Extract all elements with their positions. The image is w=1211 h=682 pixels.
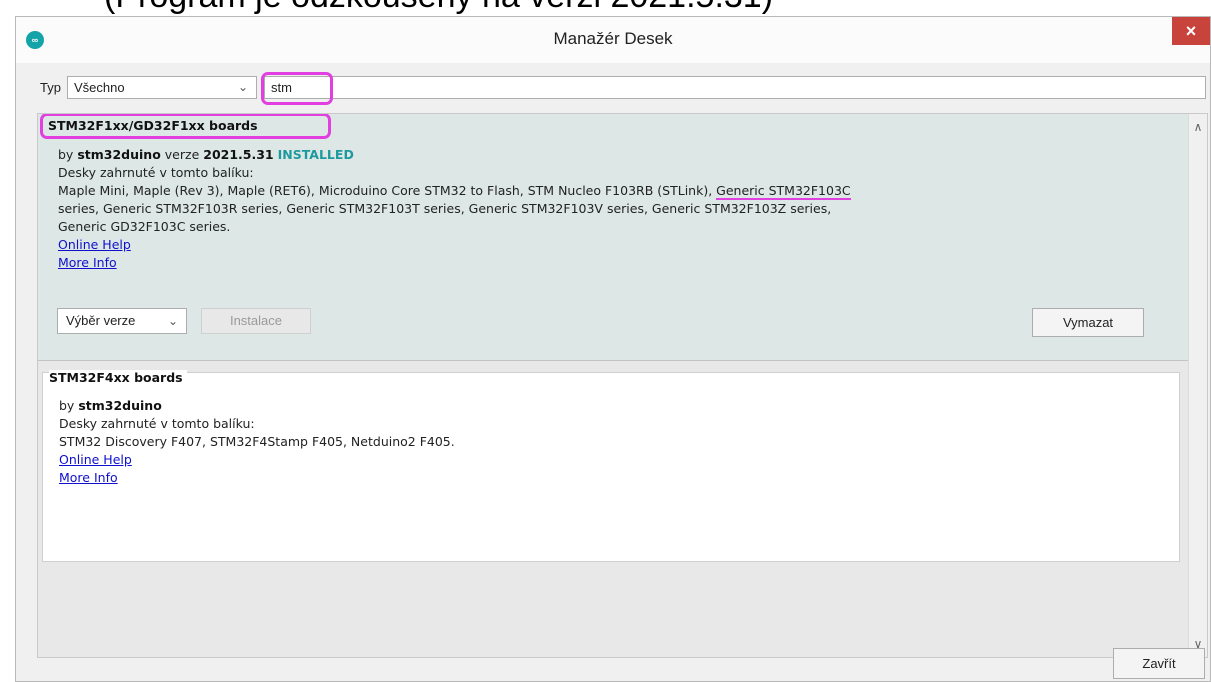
window-title: Manažér Desek: [553, 29, 673, 48]
board-card-stm32f4[interactable]: STM32F4xx boards by stm32duino Desky zah…: [42, 370, 1180, 562]
board-card-stm32f1[interactable]: STM32F1xx/GD32F1xx boards by stm32duino …: [38, 114, 1190, 361]
included-label: Desky zahrnuté v tomto balíku:: [58, 165, 254, 180]
boards-included-list: Maple Mini, Maple (Rev 3), Maple (RET6),…: [58, 182, 1183, 200]
online-help-link[interactable]: Online Help: [59, 451, 1169, 469]
type-label: Typ: [40, 80, 61, 95]
title-bar: ∞ Manažér Desek ×: [16, 17, 1210, 63]
chevron-down-icon: ⌄: [167, 314, 178, 328]
close-dialog-button[interactable]: Zavřít: [1113, 648, 1205, 679]
online-help-link[interactable]: Online Help: [58, 236, 1183, 254]
board-title: STM32F1xx/GD32F1xx boards: [48, 118, 258, 133]
boards-list[interactable]: STM32F1xx/GD32F1xx boards by stm32duino …: [37, 113, 1208, 658]
close-icon[interactable]: ×: [1172, 17, 1210, 45]
boards-list-highlight: Generic STM32F103C: [716, 183, 851, 200]
install-button[interactable]: Instalace: [201, 308, 311, 334]
board-author: stm32duino: [77, 147, 161, 162]
board-title: STM32F4xx boards: [49, 370, 187, 385]
boards-manager-window: ∞ Manažér Desek × Typ Všechno ⌄ STM32F1x…: [15, 16, 1211, 682]
type-select-value: Všechno: [74, 80, 125, 95]
chevron-down-icon: ⌄: [237, 80, 248, 94]
installed-badge: INSTALLED: [277, 147, 354, 162]
board-description: by stm32duino verze 2021.5.31 INSTALLED …: [58, 146, 1183, 272]
by-prefix: by: [58, 147, 74, 162]
board-author: stm32duino: [78, 398, 162, 413]
version-select-label: Výběr verze: [66, 313, 136, 328]
more-info-link[interactable]: More Info: [58, 254, 1183, 272]
list-scrollbar[interactable]: ∧ ∨: [1188, 114, 1207, 657]
version-prefix: verze: [164, 147, 200, 162]
filter-bar: Typ Všechno ⌄: [36, 72, 1206, 105]
remove-button[interactable]: Vymazat: [1032, 308, 1144, 337]
by-prefix: by: [59, 398, 75, 413]
scroll-up-icon[interactable]: ∧: [1189, 120, 1207, 134]
type-select[interactable]: Všechno ⌄: [67, 76, 257, 99]
board-version: 2021.5.31: [203, 147, 274, 162]
boards-list-line2: series, Generic STM32F103R series, Gener…: [58, 201, 832, 216]
boards-list-line3: Generic GD32F103C series.: [58, 219, 231, 234]
search-input[interactable]: [264, 76, 1206, 99]
board-description: by stm32duino Desky zahrnuté v tomto bal…: [59, 397, 1169, 487]
more-info-link[interactable]: More Info: [59, 469, 1169, 487]
boards-included-list: STM32 Discovery F407, STM32F4Stamp F405,…: [59, 434, 455, 449]
boards-list-part1: Maple Mini, Maple (Rev 3), Maple (RET6),…: [58, 183, 717, 198]
version-select[interactable]: Výběr verze ⌄: [57, 308, 187, 334]
page-caption: (Program je odzkoušený na verzi 2021.5.3…: [104, 0, 773, 16]
included-label: Desky zahrnuté v tomto balíku:: [59, 416, 255, 431]
